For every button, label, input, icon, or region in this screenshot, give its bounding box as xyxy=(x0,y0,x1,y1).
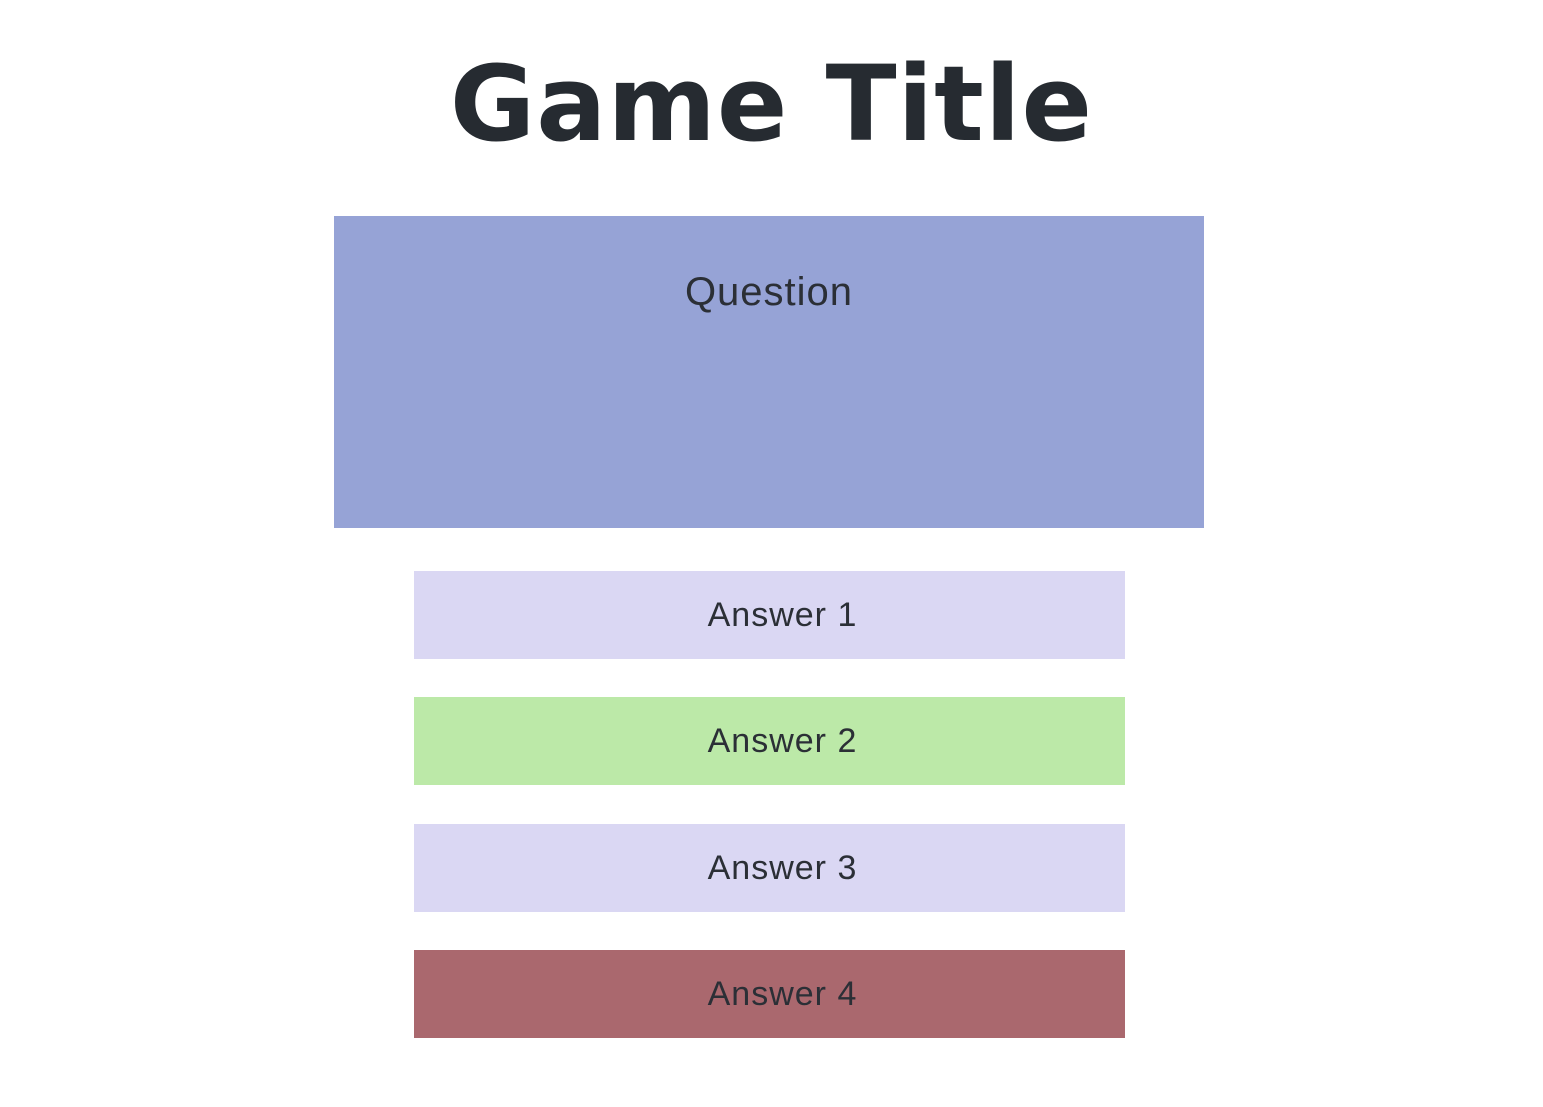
question-text: Question xyxy=(684,270,854,314)
answer-button-4[interactable]: Answer 4 xyxy=(414,950,1125,1038)
answer-button-3[interactable]: Answer 3 xyxy=(414,824,1125,912)
answer-label: Answer 4 xyxy=(707,974,858,1013)
answer-label: Answer 3 xyxy=(707,848,858,887)
question-panel: Question xyxy=(334,216,1204,528)
answer-button-2[interactable]: Answer 2 xyxy=(414,697,1125,785)
answer-label: Answer 2 xyxy=(707,721,858,760)
answer-button-1[interactable]: Answer 1 xyxy=(414,571,1125,659)
game-title: Game Title xyxy=(449,43,1094,165)
answer-label: Answer 1 xyxy=(707,595,858,634)
